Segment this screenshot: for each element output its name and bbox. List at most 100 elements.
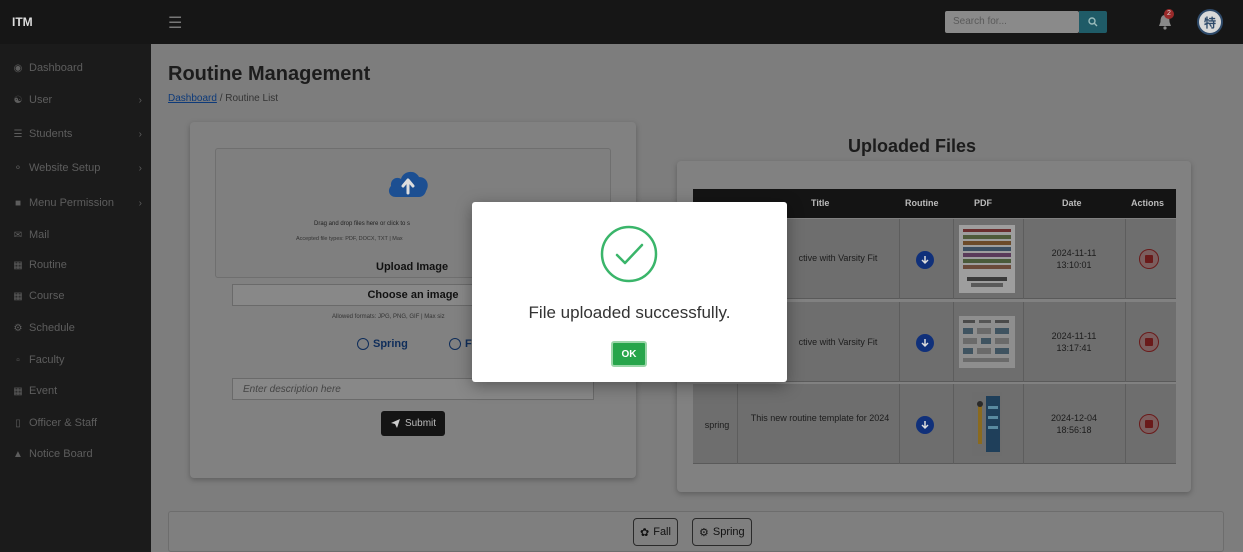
row-date: 2024-12-04 (1050, 413, 1098, 423)
mail-icon: ✉ (13, 229, 23, 241)
hamburger-menu-icon[interactable]: ☰ (168, 13, 182, 33)
sidebar-item-website-setup[interactable]: ⚬ Website Setup › (12, 160, 142, 176)
calendar-icon: ▦ (13, 385, 23, 397)
dialog-message: File uploaded successfully. (528, 303, 731, 322)
radio-circle (449, 338, 461, 350)
spring-filter-button[interactable]: ⚙ Spring (692, 518, 752, 546)
success-check-icon (600, 225, 658, 283)
radio-label: F (465, 338, 472, 350)
sidebar-item-label: Officer & Staff (29, 417, 98, 429)
sidebar-item-label: User (29, 94, 53, 106)
row-title: ctive with Varsity Fit (798, 253, 878, 263)
submit-button[interactable]: Submit (381, 411, 445, 436)
chevron-right-icon: › (138, 94, 142, 106)
sidebar-item-label: Schedule (29, 322, 75, 334)
sidebar-item-label: Course (29, 290, 65, 302)
breadcrumb: Dashboard / Routine List (168, 93, 278, 104)
sidebar-item-dashboard[interactable]: ◉ Dashboard (12, 60, 142, 76)
student-icon: ☰ (13, 128, 23, 140)
sidebar-item-schedule[interactable]: ⚙ Schedule (12, 320, 142, 336)
leaf-icon: ✿ (640, 526, 650, 539)
breadcrumb-current: Routine List (225, 93, 279, 104)
page-title: Routine Management (168, 63, 371, 85)
download-icon[interactable] (916, 334, 934, 352)
avatar[interactable]: 特 (1197, 9, 1223, 35)
row-time: 18:56:18 (1056, 425, 1092, 435)
th-title: Title (811, 198, 830, 208)
column-divider (1125, 219, 1126, 299)
row-date: 2024-11-11 (1051, 331, 1097, 341)
sidebar-item-event[interactable]: ▦ Event (12, 383, 142, 399)
dashboard-icon: ◉ (13, 62, 23, 74)
pdf-thumbnail[interactable] (959, 316, 1015, 368)
course-icon: ▦ (13, 290, 23, 302)
column-divider (1125, 384, 1126, 464)
sidebar-item-notice-board[interactable]: ▲ Notice Board (12, 446, 142, 462)
delete-icon[interactable] (1139, 332, 1159, 352)
search-button[interactable] (1079, 11, 1107, 33)
row-time: 13:10:01 (1056, 260, 1092, 270)
lock-icon: ■ (14, 197, 22, 209)
fall-filter-button[interactable]: ✿ Fall (633, 518, 678, 546)
sidebar-item-mail[interactable]: ✉ Mail (12, 227, 142, 243)
sidebar-item-faculty[interactable]: ▫ Faculty (12, 352, 142, 368)
brand-logo[interactable]: ITM (12, 15, 33, 29)
sidebar-item-label: Routine (29, 259, 67, 271)
sidebar-item-routine[interactable]: ▦ Routine (12, 257, 142, 273)
column-divider (1023, 302, 1024, 382)
notification-badge: 2 (1164, 9, 1174, 19)
website-icon: ⚬ (13, 162, 23, 174)
column-divider (737, 384, 738, 464)
sidebar-item-menu-permission[interactable]: ■ Menu Permission › (12, 195, 142, 211)
row-time: 13:17:41 (1056, 343, 1092, 353)
column-divider (953, 384, 954, 464)
gear-icon: ⚙ (699, 526, 709, 539)
submit-label: Submit (404, 418, 437, 429)
search-input[interactable]: Search for... (945, 11, 1079, 33)
sidebar-item-label: Faculty (29, 354, 65, 366)
column-divider (1023, 219, 1024, 299)
pdf-thumbnail[interactable] (959, 225, 1015, 293)
delete-icon[interactable] (1139, 414, 1159, 434)
sidebar-item-label: Students (29, 128, 73, 140)
th-routine: Routine (905, 198, 939, 208)
delete-icon[interactable] (1139, 249, 1159, 269)
column-divider (953, 219, 954, 299)
chat-icon: ▫ (16, 354, 20, 366)
sidebar-item-label: Event (29, 385, 58, 397)
row-date: 2024-11-11 (1051, 248, 1097, 258)
upload-image-label: Upload Image (376, 261, 449, 273)
routine-icon: ▦ (13, 259, 23, 271)
chevron-right-icon: › (138, 128, 142, 140)
chevron-right-icon: › (138, 197, 142, 209)
download-icon[interactable] (916, 251, 934, 269)
success-dialog: File uploaded successfully. OK (472, 202, 787, 382)
radio-fall[interactable]: F (449, 338, 472, 350)
th-date: Date (1062, 198, 1082, 208)
paper-plane-icon (390, 419, 400, 428)
cloud-upload-icon (388, 171, 428, 197)
row-semester: spring (704, 420, 730, 430)
spring-label: Spring (712, 526, 745, 538)
column-divider (899, 219, 900, 299)
th-pdf: PDF (974, 198, 992, 208)
users-icon: ☯ (13, 94, 23, 106)
row-title: ctive with Varsity Fit (798, 337, 878, 347)
sidebar-item-students[interactable]: ☰ Students › (12, 126, 142, 142)
sidebar-item-officer-staff[interactable]: ▯ Officer & Staff (12, 415, 142, 431)
chevron-right-icon: › (138, 162, 142, 174)
sidebar-item-label: Menu Permission (29, 197, 114, 209)
sidebar-item-course[interactable]: ▦ Course (12, 288, 142, 304)
radio-spring[interactable]: Spring (357, 338, 408, 350)
top-navbar: ITM ☰ Search for... 2 特 (0, 0, 1243, 44)
breadcrumb-link-dashboard[interactable]: Dashboard (168, 93, 217, 104)
download-icon[interactable] (916, 416, 934, 434)
column-divider (1023, 384, 1024, 464)
staff-icon: ▯ (15, 417, 21, 429)
pdf-thumbnail[interactable] (972, 392, 1002, 456)
column-divider (953, 302, 954, 382)
ok-button[interactable]: OK (611, 341, 647, 367)
sidebar-item-user[interactable]: ☯ User › (12, 92, 142, 108)
radio-label: Spring (373, 338, 408, 350)
column-divider (899, 302, 900, 382)
